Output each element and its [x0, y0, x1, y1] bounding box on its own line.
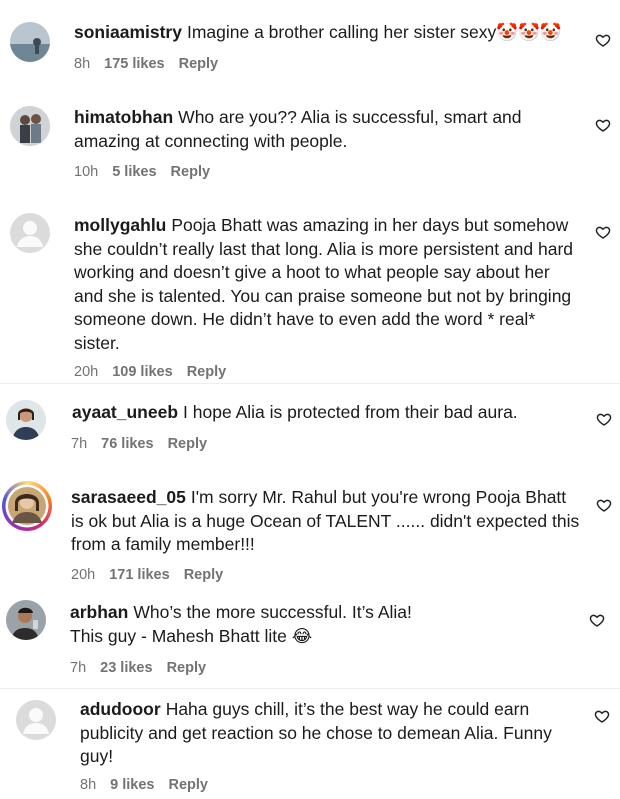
reply-button[interactable]: Reply [179, 56, 219, 72]
comment-body: Pooja Bhatt was amazing in her days but … [74, 215, 574, 353]
reply-button[interactable]: Reply [167, 660, 207, 676]
divider [0, 688, 620, 689]
reply-button[interactable]: Reply [168, 777, 208, 793]
comment-meta: 7h 23 likes Reply [70, 660, 220, 676]
comment-time: 8h [80, 777, 97, 793]
heart-outline-icon[interactable] [595, 117, 611, 133]
comment-username[interactable]: soniaamistry [74, 22, 182, 42]
comment-text: sarasaeed_05 I'm sorry Mr. Rahul but you'… [71, 486, 581, 557]
comment-time: 7h [70, 660, 87, 676]
heart-outline-icon[interactable] [589, 612, 605, 628]
comment-username[interactable]: sarasaeed_05 [71, 487, 186, 507]
comment-body: I hope Alia is protected from their bad … [183, 402, 518, 422]
divider [0, 383, 620, 384]
comment-time: 20h [71, 567, 96, 583]
comment-text: himatobhan Who are you?? Alia is successf… [74, 106, 544, 153]
heart-outline-icon[interactable] [595, 224, 611, 240]
comment-likes[interactable]: 109 likes [112, 364, 172, 380]
reply-button[interactable]: Reply [171, 164, 211, 180]
comment-likes[interactable]: 5 likes [112, 164, 156, 180]
comment-time: 7h [71, 436, 88, 452]
comment-meta: 8h 9 likes Reply [80, 777, 222, 793]
comment-likes[interactable]: 76 likes [101, 436, 153, 452]
comment-meta: 7h 76 likes Reply [71, 436, 221, 452]
comment-likes[interactable]: 23 likes [100, 660, 152, 676]
comment-time: 10h [74, 164, 99, 180]
comment-meta: 20h 171 likes Reply [71, 567, 237, 583]
reply-button[interactable]: Reply [187, 364, 227, 380]
default-user-avatar[interactable] [10, 213, 50, 253]
comment-username[interactable]: mollygahlu [74, 215, 166, 235]
heart-outline-icon[interactable] [595, 32, 611, 48]
reply-button[interactable]: Reply [184, 567, 224, 583]
comment-text: arbhan Who’s the more successful. It’s Al… [70, 601, 420, 648]
comment-likes[interactable]: 175 likes [104, 56, 164, 72]
story-ring-photo-avatar[interactable] [2, 481, 52, 531]
comment-username[interactable]: arbhan [70, 602, 128, 622]
comment-time: 8h [74, 56, 91, 72]
portrait-photo-avatar[interactable] [6, 400, 46, 440]
comment-text: ayaat_uneeb I hope Alia is protected from… [72, 401, 572, 425]
comment-meta: 8h 175 likes Reply [74, 56, 232, 72]
comment-meta: 10h 5 likes Reply [74, 164, 224, 180]
comment-username[interactable]: adudooor [80, 699, 161, 719]
comment-text: adudooor Haha guys chill, it’s the best w… [80, 698, 580, 769]
reply-button[interactable]: Reply [168, 436, 208, 452]
comment-time: 20h [74, 364, 99, 380]
couple-photo-avatar[interactable] [10, 106, 50, 146]
comment-body: Imagine a brother calling her sister sex… [186, 22, 562, 42]
heart-outline-icon[interactable] [594, 708, 610, 724]
comment-text: mollygahlu Pooja Bhatt was amazing in her… [74, 214, 579, 355]
default-user-avatar[interactable] [16, 700, 56, 740]
comment-text: soniaamistry Imagine a brother calling he… [74, 21, 574, 45]
heart-outline-icon[interactable] [596, 497, 612, 513]
comment-likes[interactable]: 171 likes [109, 567, 169, 583]
man-photo-avatar[interactable] [6, 600, 46, 640]
comment-likes[interactable]: 9 likes [110, 777, 154, 793]
comment-username[interactable]: himatobhan [74, 107, 173, 127]
comment-username[interactable]: ayaat_uneeb [72, 402, 178, 422]
comment-meta: 20h 109 likes Reply [74, 364, 240, 380]
landscape-photo-avatar[interactable] [10, 22, 50, 62]
heart-outline-icon[interactable] [596, 411, 612, 427]
